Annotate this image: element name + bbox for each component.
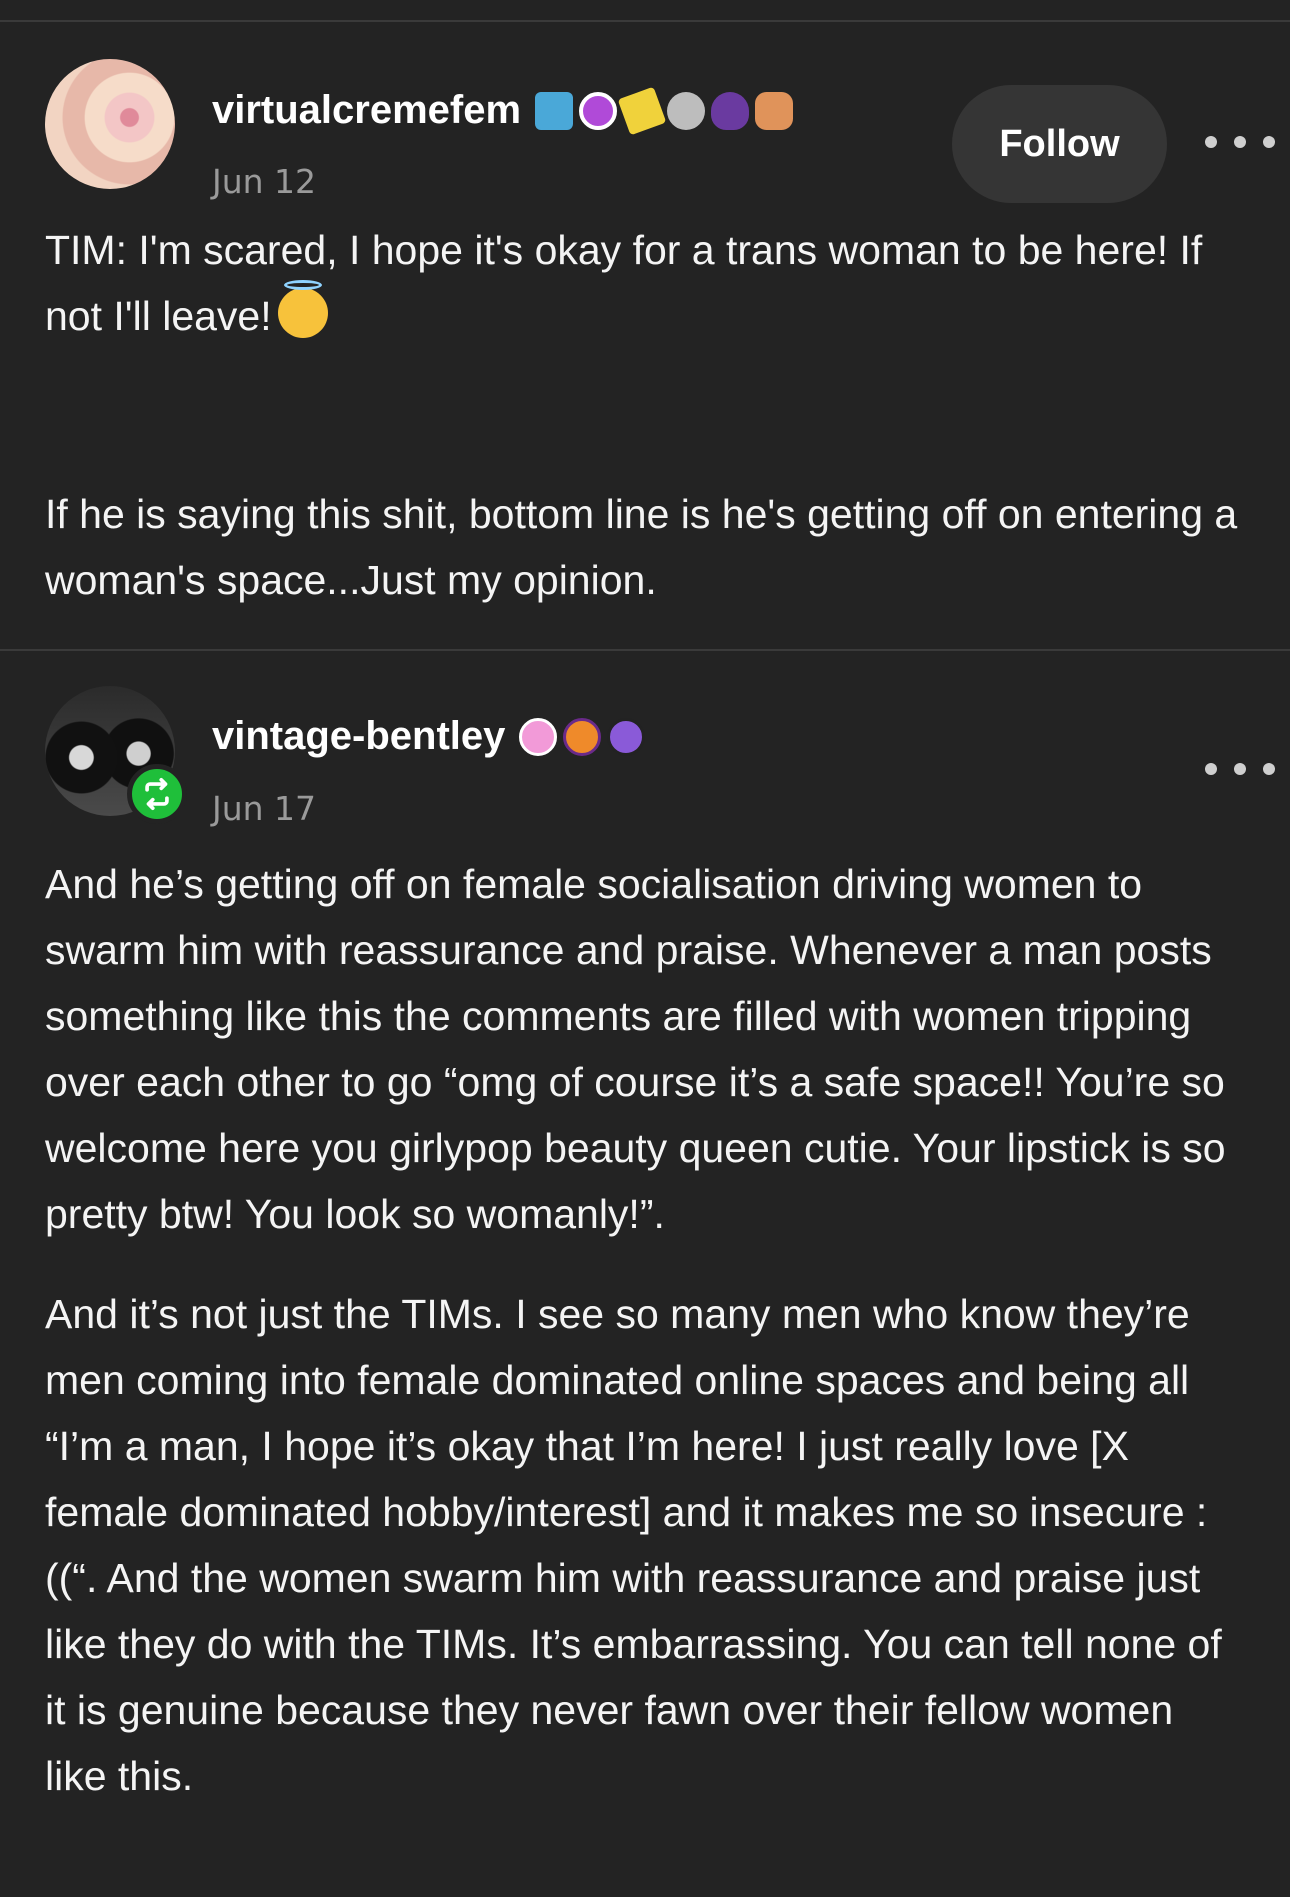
skull-badge-icon[interactable] bbox=[667, 91, 706, 130]
follow-button[interactable]: Follow bbox=[952, 85, 1167, 203]
username-label: virtualcremefem bbox=[212, 88, 522, 132]
post-body: And he’s getting off on female socialisa… bbox=[45, 831, 1245, 1809]
post-header: vintage-bentley Jun 17 bbox=[45, 651, 1275, 831]
paw-orange-badge-icon[interactable] bbox=[563, 717, 602, 756]
post-paragraph: And it’s not just the TIMs. I see so man… bbox=[45, 1291, 1222, 1799]
zipper-badge-icon[interactable] bbox=[535, 91, 574, 130]
post-header: virtualcremefem Jun 12 Follow bbox=[45, 22, 1275, 217]
more-dot bbox=[1263, 136, 1275, 148]
more-dot bbox=[1234, 763, 1246, 775]
more-dot bbox=[1205, 136, 1217, 148]
more-dot bbox=[1263, 763, 1275, 775]
post-paragraph: And he’s getting off on female socialisa… bbox=[45, 861, 1226, 1237]
badge-row bbox=[519, 717, 646, 756]
post-virtualcremefem: virtualcremefem Jun 12 Follow TIM: I'm s… bbox=[0, 22, 1290, 649]
avatar[interactable] bbox=[45, 59, 175, 189]
smiling-halo-emoji-icon bbox=[277, 280, 328, 338]
more-dot bbox=[1234, 136, 1246, 148]
post-paragraph: If he is saying this shit, bottom line i… bbox=[45, 491, 1238, 603]
post-vintage-bentley: vintage-bentley Jun 17 And he’s getting … bbox=[0, 651, 1290, 1809]
more-options-icon[interactable] bbox=[1205, 749, 1275, 789]
username-link[interactable]: virtualcremefem bbox=[212, 86, 794, 135]
eye-face-badge-icon[interactable] bbox=[579, 91, 618, 130]
post-date: Jun 12 bbox=[212, 162, 317, 201]
username-link[interactable]: vintage-bentley bbox=[212, 714, 646, 759]
reblog-arrows-icon bbox=[145, 777, 169, 811]
paragraph-text: TIM: I'm scared, I hope it's okay for a … bbox=[45, 227, 1203, 339]
tophat-badge-icon[interactable] bbox=[617, 86, 667, 135]
paw-purple-badge-icon[interactable] bbox=[607, 717, 646, 756]
username-label: vintage-bentley bbox=[212, 714, 506, 758]
more-options-icon[interactable] bbox=[1205, 122, 1275, 162]
top-divider bbox=[0, 0, 1290, 22]
reblog-icon bbox=[127, 764, 187, 824]
post-paragraph: TIM: I'm scared, I hope it's okay for a … bbox=[45, 217, 1245, 349]
hat-hand-badge-icon[interactable] bbox=[755, 91, 794, 130]
paw-pink-badge-icon[interactable] bbox=[519, 717, 558, 756]
witch-badge-icon[interactable] bbox=[711, 91, 750, 130]
post-date: Jun 17 bbox=[212, 789, 317, 828]
more-dot bbox=[1205, 763, 1217, 775]
badge-row bbox=[535, 86, 794, 135]
post-body: TIM: I'm scared, I hope it's okay for a … bbox=[45, 217, 1245, 613]
